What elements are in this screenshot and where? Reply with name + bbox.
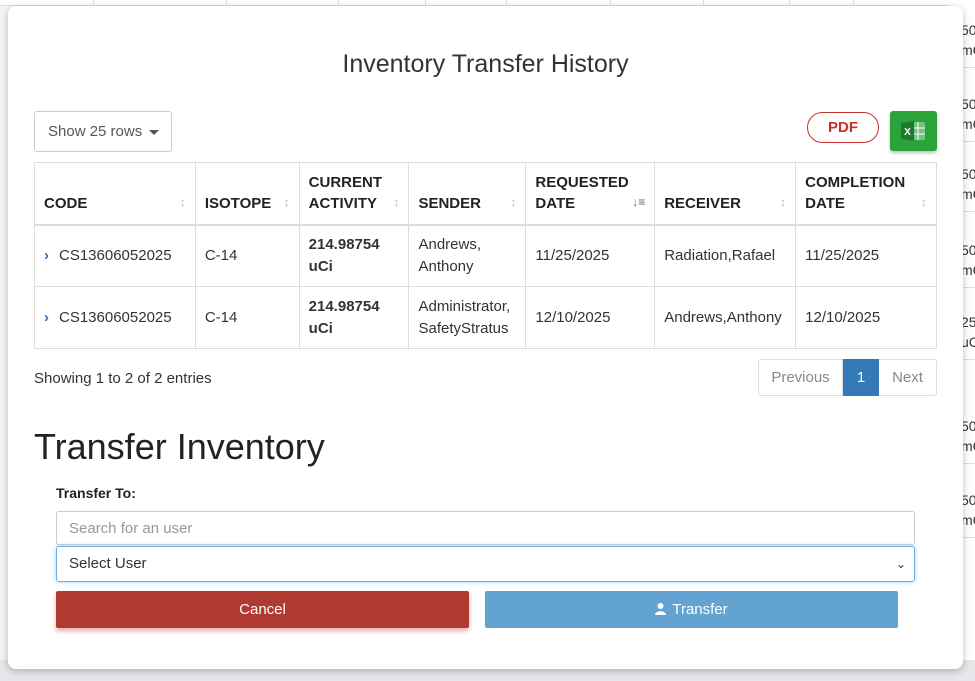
excel-icon: X [901,121,925,141]
cell-receiver: Andrews,Anthony [654,286,797,349]
user-icon [655,603,667,615]
cell-isotope: C-14 [194,224,300,287]
user-select-value: Select User [69,555,147,572]
export-pdf-button[interactable]: PDF [807,112,879,143]
table-info-text: Showing 1 to 2 of 2 entries [34,370,212,387]
column-header-completion-date[interactable]: COMPLETION DATE ↕ [795,162,937,226]
sort-icon: ↕ [179,195,186,209]
sort-icon: ↕ [921,195,927,209]
cell-receiver: Radiation,Rafael [654,224,797,287]
chevron-right-icon[interactable]: › [44,309,49,326]
rows-per-page-label: Show 25 rows [48,123,143,140]
column-header-current-activity[interactable]: CURRENT ACTIVITY ↕ [298,162,410,226]
chevron-right-icon[interactable]: › [44,247,49,264]
column-header-code[interactable]: CODE ↕ [34,162,196,226]
sort-icon: ↕ [510,195,517,209]
transfer-button[interactable]: Transfer [485,591,898,628]
cell-code[interactable]: › CS13606052025 [34,224,196,287]
cell-activity: 214.98754 uCi [298,224,410,287]
transfer-to-label: Transfer To: [56,485,136,501]
table-header-row: CODE ↕ ISOTOPE ↕ CURRENT ACTIVITY ↕ SENDER ↕ … [34,162,937,226]
cancel-button[interactable]: Cancel [56,591,469,628]
column-header-receiver[interactable]: RECEIVER ↕ [654,162,797,226]
page-1-button[interactable]: 1 [843,359,879,396]
modal-title: Inventory Transfer History [342,50,629,78]
column-header-sender[interactable]: SENDER ↕ [408,162,527,226]
transfer-button-label: Transfer [672,601,728,618]
cell-sender: Andrews, Anthony [408,224,527,287]
next-page-button[interactable]: Next [879,359,937,396]
cell-requested-date: 12/10/2025 [525,286,656,349]
rows-per-page-dropdown[interactable]: Show 25 rows [34,111,172,152]
user-select[interactable]: Select User ⌄ [56,546,915,582]
cell-code[interactable]: › CS13606052025 [34,286,196,349]
caret-down-icon [149,130,159,135]
svg-text:X: X [904,127,911,138]
user-search-input[interactable] [56,511,915,545]
export-excel-button[interactable]: X [890,111,937,151]
table-row: › CS13606052025 C-14 214.98754 uCi Andrews… [34,224,937,287]
transfer-inventory-heading: Transfer Inventory [34,426,325,467]
pagination: Previous 1 Next [758,359,937,396]
table-row: › CS13606052025 C-14 214.98754 uCi Adminis… [34,286,937,349]
cell-isotope: C-14 [194,286,300,349]
cell-completion-date: 11/25/2025 [795,224,937,287]
cell-activity: 214.98754 uCi [298,286,410,349]
previous-page-button[interactable]: Previous [758,359,843,396]
chevron-down-icon: ⌄ [895,557,906,571]
sort-descending-icon: ↓≡ [632,195,646,209]
column-header-requested-date[interactable]: REQUESTED DATE ↓≡ [525,162,656,226]
sort-icon: ↕ [780,195,787,209]
column-header-isotope[interactable]: ISOTOPE ↕ [194,162,300,226]
transfer-modal: Inventory Transfer History Show 25 rows … [8,6,963,669]
cell-sender: Administrator, SafetyStratus [408,286,527,349]
sort-icon: ↕ [283,195,290,209]
cell-completion-date: 12/10/2025 [795,286,937,349]
cell-requested-date: 11/25/2025 [525,224,656,287]
sort-icon: ↕ [393,195,400,209]
transfer-history-table: CODE ↕ ISOTOPE ↕ CURRENT ACTIVITY ↕ SENDER ↕ … [34,162,937,349]
